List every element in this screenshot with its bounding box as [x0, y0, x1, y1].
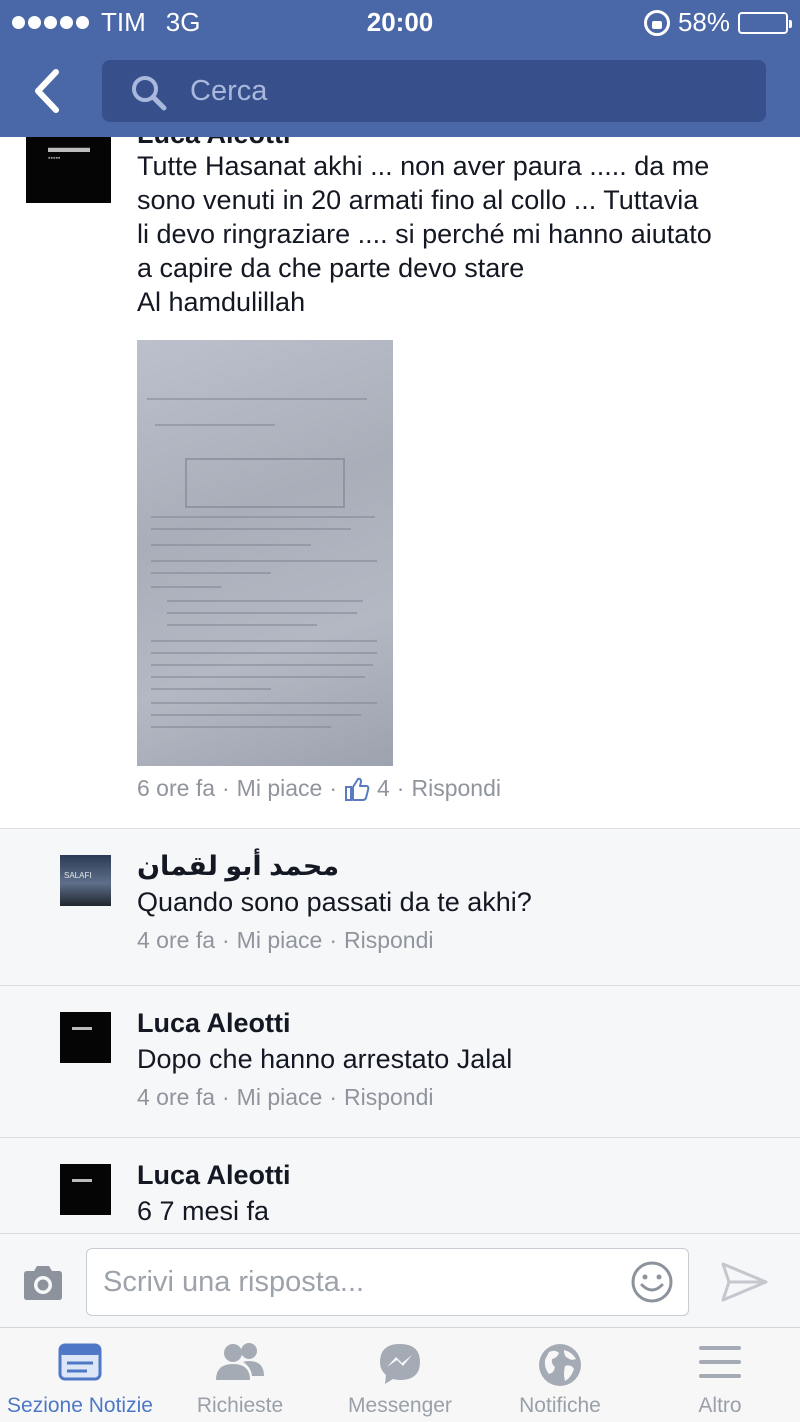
- tab-label: Sezione Notizie: [7, 1394, 153, 1417]
- tab-bar: Sezione Notizie Richieste Messenger Noti…: [0, 1327, 800, 1422]
- meta-separator: ·: [329, 1084, 337, 1110]
- status-bar: TIM 3G 20:00 58%: [0, 0, 800, 44]
- comment-line: sono venuti in 20 armati fino al collo .…: [137, 185, 699, 215]
- reply-input[interactable]: Scrivi una risposta...: [86, 1248, 689, 1316]
- battery-percent: 58%: [677, 7, 730, 37]
- search-icon: [132, 76, 167, 111]
- meta-separator: ·: [222, 1084, 230, 1110]
- reply-text: Quando sono passati da te akhi?: [137, 887, 532, 917]
- reply-author[interactable]: Luca Aleotti: [137, 1160, 291, 1191]
- search-placeholder: Cerca: [190, 75, 268, 107]
- back-button[interactable]: [28, 66, 68, 116]
- reply-author[interactable]: محمد أبو لقمان: [137, 851, 339, 882]
- tab-news-feed[interactable]: Sezione Notizie: [0, 1328, 160, 1422]
- news-feed-icon: [58, 1343, 102, 1381]
- reply-text: 6 7 mesi fa: [137, 1196, 270, 1226]
- tab-label: Notifiche: [519, 1394, 601, 1417]
- reply-author[interactable]: Luca Aleotti: [137, 1008, 291, 1039]
- rotation-lock-icon: [643, 9, 670, 36]
- salafi-logo-icon: SALAFI: [64, 871, 92, 880]
- meta-separator: ·: [222, 927, 230, 953]
- send-icon[interactable]: [720, 1261, 768, 1303]
- top-bar: TIM 3G 20:00 58% Cerca: [0, 0, 800, 137]
- comments-list[interactable]: ▬▬▬ ▪▪▪▪▪ Luca Aleotti Tutte Hasanat akh…: [0, 137, 800, 1233]
- comment-text: Tutte Hasanat akhi ... non aver paura ..…: [137, 149, 777, 319]
- reply-link[interactable]: Rispondi: [344, 1084, 434, 1111]
- reply-meta: 4 ore fa · Mi piace · Rispondi: [137, 927, 434, 954]
- menu-icon: [699, 1346, 741, 1378]
- comment-meta: 6 ore fa · Mi piace · 4 · Rispondi: [137, 775, 501, 802]
- battery-icon: [738, 11, 792, 34]
- globe-icon: [539, 1344, 581, 1386]
- reply-placeholder: Scrivi una risposta...: [103, 1266, 365, 1298]
- tab-label: Altro: [698, 1394, 742, 1417]
- attached-photo[interactable]: [137, 340, 393, 766]
- tab-label: Messenger: [348, 1394, 452, 1417]
- comment-line: li devo ringraziare .... si perché mi ha…: [137, 219, 712, 249]
- tab-messenger[interactable]: Messenger: [320, 1328, 480, 1422]
- comment-line: Tutte Hasanat akhi ... non aver paura ..…: [137, 151, 710, 181]
- tab-label: Richieste: [196, 1394, 284, 1417]
- like-count: 4: [377, 775, 390, 801]
- like-link[interactable]: Mi piace: [237, 927, 323, 954]
- comment-time: 6 ore fa: [137, 775, 215, 801]
- reply-link[interactable]: Rispondi: [344, 927, 434, 954]
- reply-item: SALAFI محمد أبو لقمان Quando sono passat…: [0, 829, 800, 986]
- meta-separator: ·: [329, 927, 337, 953]
- meta-separator: ·: [222, 775, 230, 801]
- reply-link[interactable]: Rispondi: [411, 775, 501, 802]
- avatar[interactable]: ▬▬: [60, 1012, 111, 1063]
- like-link[interactable]: Mi piace: [237, 775, 323, 802]
- reply-text: Dopo che hanno arrestato Jalal: [137, 1044, 513, 1074]
- camera-icon[interactable]: [20, 1264, 66, 1302]
- comment-line: a capire da che parte devo stare: [137, 253, 525, 283]
- avatar-caption-icon: ▪▪▪▪▪: [48, 155, 61, 162]
- reply-item: ▬▬ Luca Aleotti Dopo che hanno arrestato…: [0, 986, 800, 1138]
- reply-time: 4 ore fa: [137, 1084, 215, 1110]
- reply-meta: 4 ore fa · Mi piace · Rispondi: [137, 1084, 434, 1111]
- meta-separator: ·: [396, 775, 405, 801]
- comment-line: Al hamdulillah: [137, 287, 306, 317]
- avatar[interactable]: ▬▬: [60, 1164, 111, 1215]
- meta-separator: ·: [329, 775, 337, 801]
- avatar[interactable]: ▬▬▬ ▪▪▪▪▪: [26, 137, 111, 203]
- flag-logo-icon: ▬▬: [72, 1022, 92, 1033]
- flag-logo-icon: ▬▬▬: [48, 139, 90, 155]
- chevron-left-icon: [35, 69, 59, 113]
- search-input[interactable]: Cerca: [102, 60, 766, 122]
- emoji-icon[interactable]: [630, 1260, 674, 1304]
- tab-requests[interactable]: Richieste: [160, 1328, 320, 1422]
- comment-item: ▬▬▬ ▪▪▪▪▪ Luca Aleotti Tutte Hasanat akh…: [0, 137, 800, 829]
- reply-time: 4 ore fa: [137, 927, 215, 953]
- reply-composer: Scrivi una risposta...: [0, 1233, 800, 1327]
- tab-notifications[interactable]: Notifiche: [480, 1328, 640, 1422]
- tab-more[interactable]: Altro: [640, 1328, 800, 1422]
- messenger-icon: [380, 1344, 420, 1384]
- thumbs-up-icon: [344, 776, 370, 802]
- like-link[interactable]: Mi piace: [237, 1084, 323, 1111]
- avatar[interactable]: SALAFI: [60, 855, 111, 906]
- flag-logo-icon: ▬▬: [72, 1174, 92, 1185]
- reply-item: ▬▬ Luca Aleotti 6 7 mesi fa: [0, 1138, 800, 1233]
- friend-requests-icon: [216, 1343, 264, 1380]
